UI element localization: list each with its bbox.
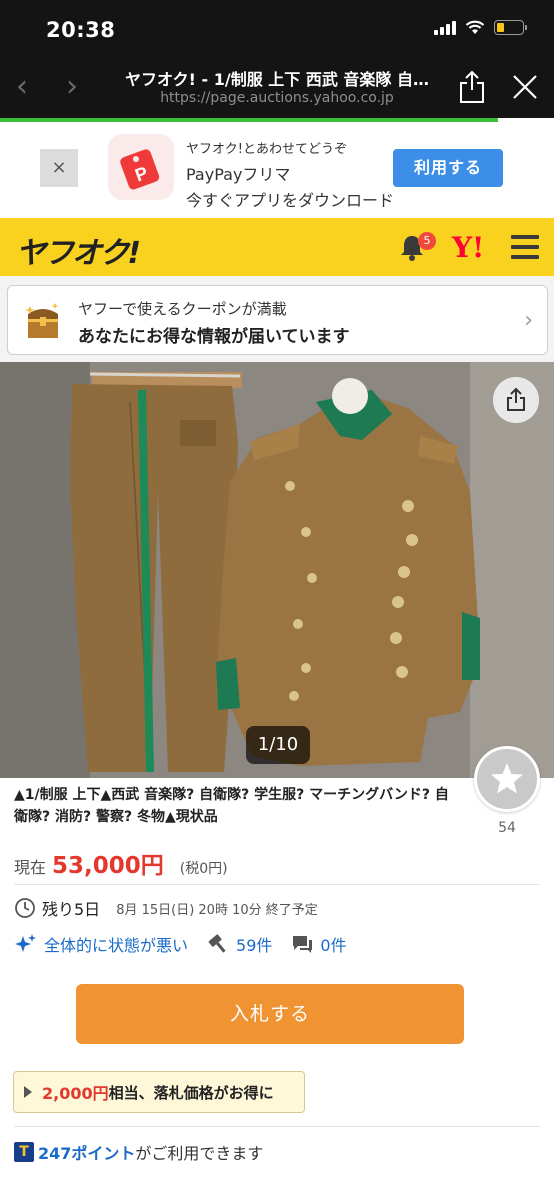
photo-counter: 1/10 [246, 726, 310, 764]
page-title: ヤフオク! - 1/制服 上下 西武 音楽隊 自… [124, 70, 430, 89]
remaining-days: 残り5日 [42, 900, 101, 919]
coupon-line2: あなたにお得な情報が届いています [78, 327, 350, 347]
coupon-line1: ヤフーで使えるクーポンが満載 [78, 300, 287, 318]
paypay-flea-app-icon: P [108, 134, 174, 200]
yahuoku-logo[interactable]: ヤフオク! [16, 228, 141, 272]
back-arrow-icon[interactable]: ‹ [16, 72, 28, 102]
cellular-signal-icon [434, 20, 456, 35]
points-row: T 247ポイント がご利用できます [14, 1140, 263, 1164]
status-icons [434, 20, 527, 35]
condition-text: 全体的に状態が悪い [44, 936, 189, 955]
page-url[interactable]: https://page.auctions.yahoo.co.jp [112, 90, 442, 106]
forward-arrow-icon[interactable]: › [66, 72, 78, 102]
wifi-icon [465, 20, 485, 34]
price-tax: (税0円) [179, 861, 228, 877]
bid-button[interactable]: 入札する [76, 984, 464, 1044]
promo-text: ヤフオク!とあわせてどうぞ PayPayフリマ 今すぐアプリをダウンロード [186, 138, 394, 211]
points-text: がご利用できます [135, 1144, 264, 1163]
share-icon[interactable] [458, 70, 486, 104]
current-price: 53,000円 [52, 853, 164, 879]
uniform-photo-illustration [0, 362, 554, 778]
remaining-time-row: 残り5日 8月 15日(日) 20時 10分 終了予定 [14, 896, 318, 920]
price-label: 現在 [14, 858, 47, 877]
t-point-icon: T [14, 1142, 34, 1162]
status-bar: 20:38 [0, 0, 554, 60]
condition-link[interactable]: 全体的に状態が悪い [14, 932, 188, 956]
sparkle-icon [15, 934, 36, 952]
deal-text: 相当、落札価格がお得に [108, 1083, 274, 1102]
photo-share-icon[interactable] [493, 377, 539, 423]
use-app-button[interactable]: 利用する [393, 149, 503, 187]
triangle-right-icon [24, 1086, 32, 1098]
points-value[interactable]: 247ポイント [38, 1140, 135, 1164]
item-title: ▲1/制服 上下▲西武 音楽隊? 自衛隊? 学生服? マーチングバンド? 自衛隊… [14, 787, 449, 825]
yahoo-japan-logo[interactable]: Y! [452, 231, 484, 264]
browser-bar: ‹ › ヤフオク! - 1/制服 上下 西武 音楽隊 自… https://pa… [0, 60, 554, 118]
hamburger-menu-icon[interactable] [511, 235, 539, 259]
promo-line1: ヤフオク!とあわせてどうぞ [186, 142, 347, 157]
bid-history-link[interactable]: 59件 [206, 932, 272, 956]
end-time: 8月 15日(日) 20時 10分 終了予定 [116, 902, 318, 918]
price-row: 現在 53,000円 (税0円) [14, 846, 228, 880]
deal-notice[interactable]: 2,000円 相当、落札価格がお得に [13, 1071, 305, 1113]
watchlist-count: 54 [498, 820, 516, 836]
status-time: 20:38 [46, 18, 116, 42]
promo-line3: 今すぐアプリをダウンロード [186, 191, 395, 210]
paypay-promo-banner: × P ヤフオク!とあわせてどうぞ PayPayフリマ 今すぐアプリをダウンロー… [0, 122, 554, 218]
battery-icon [494, 20, 527, 35]
star-icon [491, 763, 523, 794]
site-header: ヤフオク! 5 Y! [0, 218, 554, 276]
question-count: 0件 [320, 936, 347, 955]
stats-row: 全体的に状態が悪い 59件 0件 [14, 932, 365, 956]
divider [14, 884, 540, 885]
watchlist-button[interactable] [474, 746, 540, 812]
promo-close-button[interactable]: × [40, 149, 78, 187]
clock-icon [15, 898, 35, 918]
product-photo[interactable]: 1/10 [0, 362, 554, 778]
comment-icon [293, 936, 313, 953]
bid-count: 59件 [236, 936, 273, 955]
notification-badge: 5 [418, 232, 436, 250]
treasure-chest-icon [25, 303, 58, 338]
promo-line2: PayPayフリマ [186, 165, 291, 184]
chevron-right-icon: › [524, 308, 533, 333]
close-icon[interactable] [510, 72, 540, 102]
divider [14, 1126, 540, 1127]
questions-link[interactable]: 0件 [290, 932, 347, 956]
coupon-banner[interactable]: ヤフーで使えるクーポンが満載 あなたにお得な情報が届いています › [7, 285, 548, 355]
gavel-icon [208, 934, 226, 953]
coupon-section: ヤフーで使えるクーポンが満載 あなたにお得な情報が届いています › [0, 276, 554, 362]
deal-amount: 2,000円 [42, 1084, 109, 1103]
